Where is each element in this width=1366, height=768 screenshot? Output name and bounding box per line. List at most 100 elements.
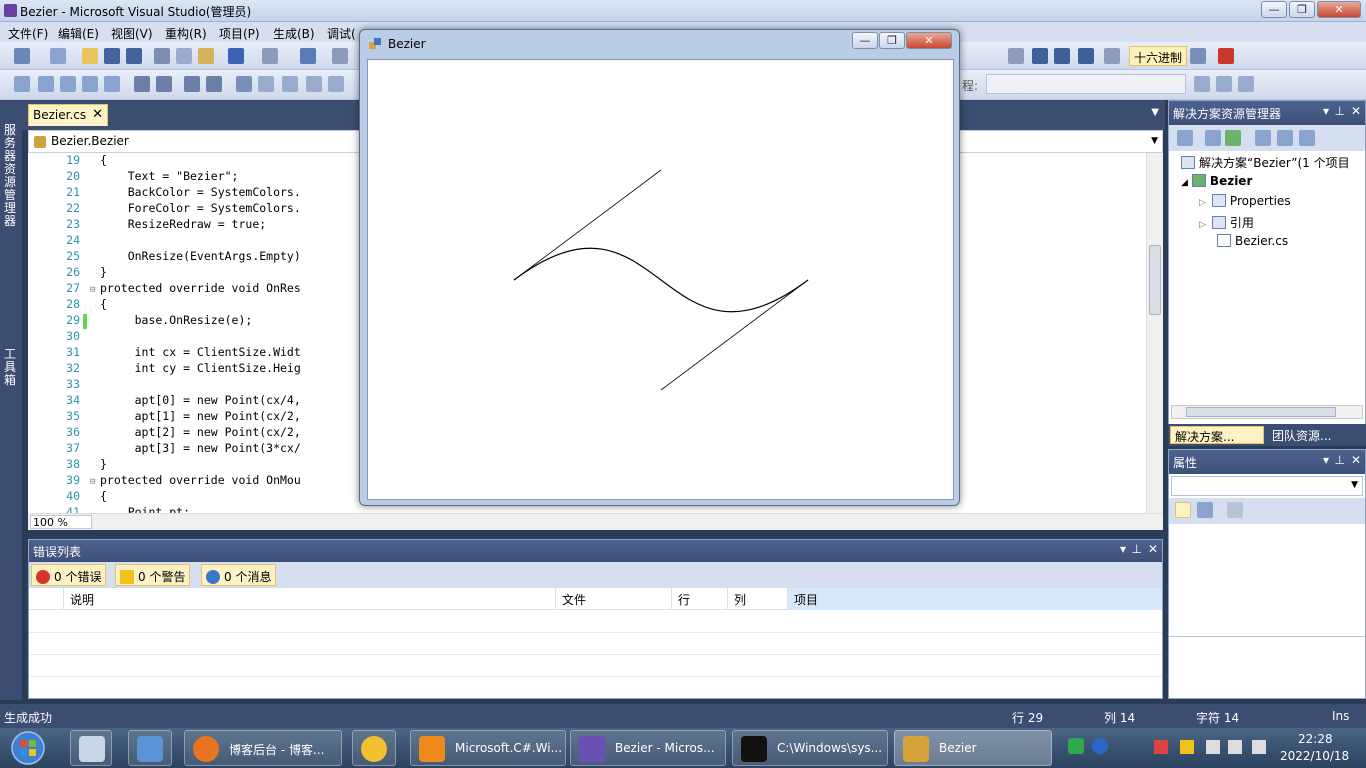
chevron-down-icon[interactable]: ▼ bbox=[1151, 136, 1158, 146]
menu-view[interactable]: 视图(V) bbox=[111, 25, 153, 42]
task-explorer[interactable] bbox=[70, 730, 112, 766]
zoom-level[interactable]: 100 % bbox=[30, 515, 92, 529]
view-code-icon[interactable] bbox=[1255, 130, 1271, 146]
increase-indent-icon[interactable] bbox=[156, 76, 172, 92]
filter2-icon[interactable] bbox=[1216, 76, 1232, 92]
bezier-maximize-button[interactable]: ❐ bbox=[879, 32, 905, 49]
debug-location-icon[interactable] bbox=[1104, 48, 1120, 64]
stop-debug-icon[interactable] bbox=[1218, 48, 1234, 64]
alphabetical-icon[interactable] bbox=[1197, 502, 1213, 518]
dropdown-icon[interactable]: ▾ bbox=[1120, 542, 1126, 556]
tab-team-explorer[interactable]: 团队资源... bbox=[1268, 426, 1335, 444]
quick-info-icon[interactable] bbox=[60, 76, 76, 92]
view-designer-icon[interactable] bbox=[1277, 130, 1293, 146]
file-node[interactable]: Bezier.cs bbox=[1217, 234, 1288, 248]
list-members-icon[interactable] bbox=[14, 76, 30, 92]
watch-icon[interactable] bbox=[1054, 48, 1070, 64]
menu-refactor[interactable]: 重构(R) bbox=[165, 25, 207, 42]
uncomment-icon[interactable] bbox=[206, 76, 222, 92]
task-pdf[interactable]: Microsoft.C#.Wi... bbox=[410, 730, 566, 766]
editor-vertical-scrollbar[interactable] bbox=[1146, 153, 1163, 513]
paste-icon[interactable] bbox=[198, 48, 214, 64]
sogou-icon[interactable] bbox=[1068, 738, 1084, 754]
class-diagram-icon[interactable] bbox=[1299, 130, 1315, 146]
menu-edit[interactable]: 编辑(E) bbox=[58, 25, 99, 42]
cut-icon[interactable] bbox=[154, 48, 170, 64]
task-bezier[interactable]: Bezier bbox=[894, 730, 1052, 766]
solution-hscrollbar[interactable] bbox=[1171, 405, 1363, 419]
close-button[interactable]: ✕ bbox=[1317, 1, 1361, 18]
server-explorer-tab[interactable]: 服务器资源管理器 bbox=[4, 124, 18, 228]
next-bookmark-icon[interactable] bbox=[282, 76, 298, 92]
close-icon[interactable]: ✕ bbox=[1351, 104, 1361, 118]
bezier-window[interactable]: Bezier — ❐ ✕ bbox=[359, 29, 960, 506]
warnings-filter-button[interactable]: 0 个警告 bbox=[115, 564, 191, 586]
copy-icon[interactable] bbox=[176, 48, 192, 64]
pin-icon[interactable]: ⊥ bbox=[1335, 104, 1345, 118]
project-node[interactable]: ◢ Bezier bbox=[1181, 174, 1252, 188]
locals-icon[interactable] bbox=[1078, 48, 1094, 64]
complete-word-icon[interactable] bbox=[82, 76, 98, 92]
col-file[interactable]: 文件 bbox=[555, 588, 671, 610]
step-icon[interactable] bbox=[1008, 48, 1024, 64]
clock-time[interactable]: 22:28 bbox=[1298, 732, 1333, 746]
format-icon[interactable] bbox=[104, 76, 120, 92]
navigate-forward-icon[interactable] bbox=[332, 48, 348, 64]
tab-dropdown-icon[interactable]: ▼ bbox=[1151, 107, 1159, 118]
categorized-icon[interactable] bbox=[1175, 502, 1191, 518]
collapsed-arrow-icon[interactable]: ▷ bbox=[1199, 220, 1206, 230]
comment-icon[interactable] bbox=[184, 76, 200, 92]
breakpoint-icon[interactable] bbox=[1032, 48, 1048, 64]
new-project-icon[interactable] bbox=[14, 48, 30, 64]
col-column[interactable]: 列 bbox=[727, 588, 787, 610]
close-icon[interactable]: ✕ bbox=[1148, 542, 1158, 556]
help-icon[interactable] bbox=[1092, 738, 1108, 754]
properties-node[interactable]: ▷ Properties bbox=[1199, 194, 1291, 208]
clear-bookmarks-icon[interactable] bbox=[328, 76, 344, 92]
pin-icon[interactable]: ⊥ bbox=[1335, 453, 1345, 467]
refresh-icon[interactable] bbox=[1225, 130, 1241, 146]
volume-icon[interactable] bbox=[1228, 740, 1242, 754]
task-desktop[interactable] bbox=[128, 730, 172, 766]
expand-arrow-icon[interactable]: ◢ bbox=[1181, 178, 1188, 188]
chevron-down-icon[interactable]: ▼ bbox=[1351, 480, 1358, 490]
menu-file[interactable]: 文件(F) bbox=[8, 25, 48, 42]
property-pages-icon[interactable] bbox=[1227, 502, 1243, 518]
dropdown-icon[interactable]: ▾ bbox=[1323, 453, 1329, 467]
bezier-canvas[interactable] bbox=[367, 59, 954, 500]
messages-filter-button[interactable]: 0 个消息 bbox=[201, 564, 277, 586]
pin-icon[interactable]: ⊥ bbox=[1132, 542, 1142, 556]
task-app[interactable] bbox=[352, 730, 396, 766]
tab-solution-explorer[interactable]: 解决方案... bbox=[1170, 426, 1264, 444]
toolbox-tab[interactable]: 工具箱 bbox=[4, 348, 18, 387]
close-tab-icon[interactable]: ✕ bbox=[92, 107, 103, 122]
prev-bookmark-icon[interactable] bbox=[258, 76, 274, 92]
undo-icon[interactable] bbox=[228, 48, 244, 64]
object-selector[interactable]: ▼ bbox=[1171, 476, 1363, 496]
device-icon[interactable] bbox=[1206, 740, 1220, 754]
collapse-icon[interactable]: ⊟ bbox=[90, 477, 95, 487]
process-combobox[interactable] bbox=[986, 74, 1186, 94]
bookmark-icon[interactable] bbox=[236, 76, 252, 92]
network-icon[interactable] bbox=[1252, 740, 1266, 754]
maximize-button[interactable]: ❐ bbox=[1289, 1, 1315, 18]
col-description[interactable]: 说明 bbox=[63, 588, 555, 610]
col-project[interactable]: 项目 bbox=[787, 588, 1162, 610]
solution-node[interactable]: 解决方案“Bezier”(1 个项目 bbox=[1181, 154, 1350, 171]
task-firefox[interactable]: 博客后台 - 博客... bbox=[184, 730, 342, 766]
clock-date[interactable]: 2022/10/18 bbox=[1280, 749, 1349, 763]
save-icon[interactable] bbox=[104, 48, 120, 64]
properties-icon[interactable] bbox=[1177, 130, 1193, 146]
minimize-button[interactable]: — bbox=[1261, 1, 1287, 18]
menu-build[interactable]: 生成(B) bbox=[273, 25, 315, 42]
tab-bezier-cs[interactable]: Bezier.cs ✕ bbox=[28, 104, 108, 126]
collapsed-arrow-icon[interactable]: ▷ bbox=[1199, 198, 1206, 208]
task-visual-studio[interactable]: Bezier - Micros... bbox=[570, 730, 726, 766]
errors-filter-button[interactable]: 0 个错误 bbox=[31, 564, 107, 586]
add-item-icon[interactable] bbox=[50, 48, 66, 64]
close-icon[interactable]: ✕ bbox=[1351, 453, 1361, 467]
collapse-icon[interactable]: ⊟ bbox=[90, 285, 95, 295]
decrease-indent-icon[interactable] bbox=[134, 76, 150, 92]
filter-icon[interactable] bbox=[1194, 76, 1210, 92]
menu-debug[interactable]: 调试( bbox=[327, 25, 356, 42]
